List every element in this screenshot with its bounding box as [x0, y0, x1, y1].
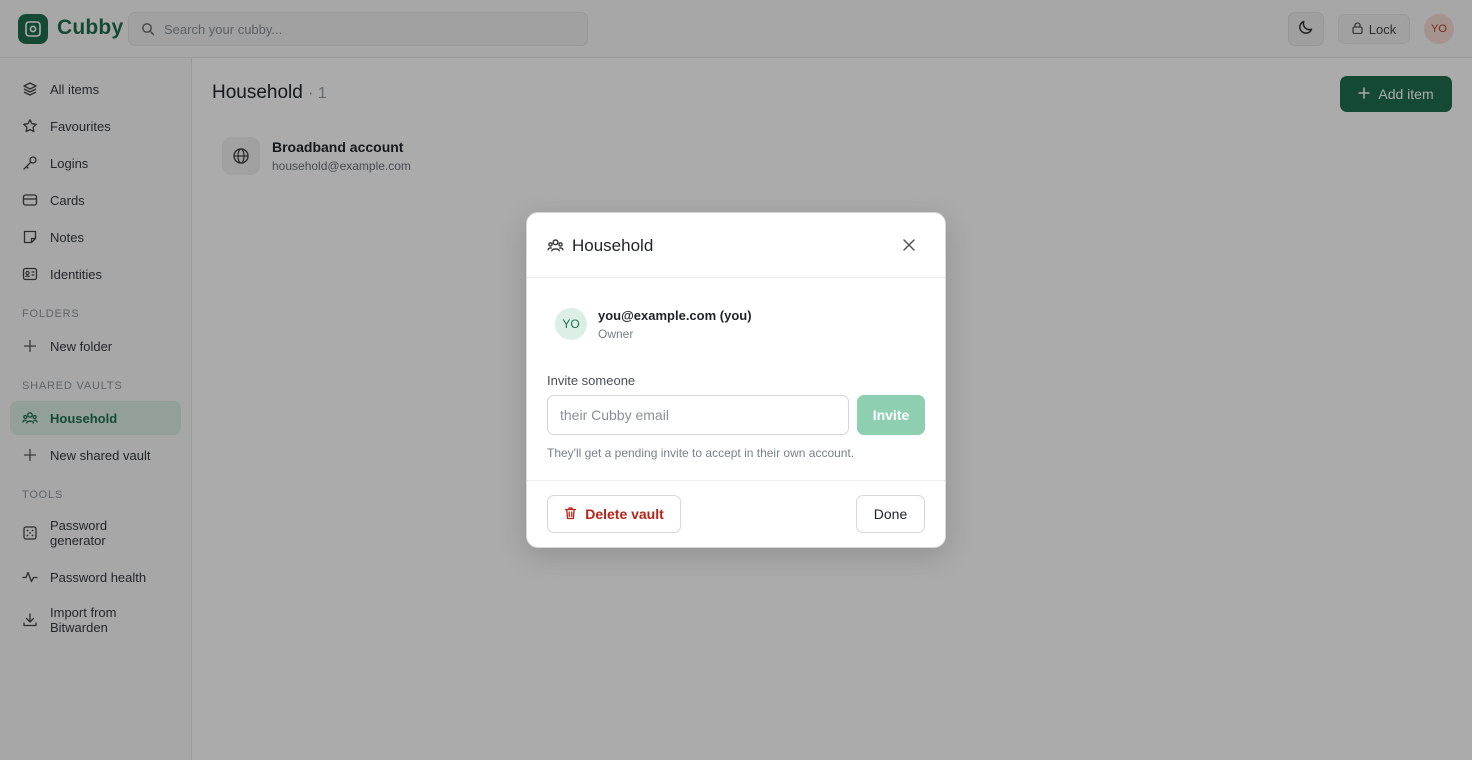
delete-vault-label: Delete vault — [585, 506, 664, 522]
trash-icon — [564, 506, 577, 523]
member-role: Owner — [598, 327, 634, 341]
invite-hint: They'll get a pending invite to accept i… — [547, 446, 855, 460]
invite-email-input[interactable] — [547, 395, 849, 435]
close-icon[interactable] — [899, 235, 919, 255]
dialog-divider — [527, 480, 945, 481]
invite-button[interactable]: Invite — [857, 395, 925, 435]
done-button[interactable]: Done — [856, 495, 925, 533]
member-avatar: YO — [555, 308, 587, 340]
vault-settings-dialog: Household YO you@example.com (you) Owner… — [526, 212, 946, 548]
invite-label: Invite someone — [547, 373, 636, 388]
dialog-header: Household — [527, 213, 945, 278]
member-email: you@example.com (you) — [598, 308, 752, 323]
delete-vault-button[interactable]: Delete vault — [547, 495, 681, 533]
users-icon — [547, 237, 564, 259]
dialog-title: Household — [572, 236, 654, 255]
